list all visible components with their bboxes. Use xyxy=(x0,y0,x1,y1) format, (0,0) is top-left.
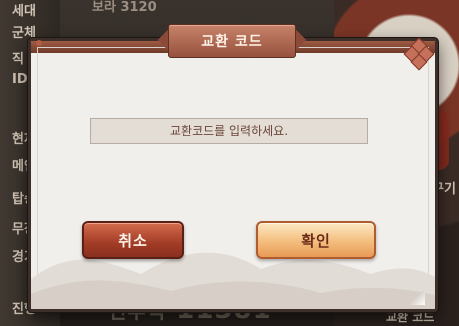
background-label: ID xyxy=(12,72,28,87)
background-label: 직 xyxy=(12,52,24,67)
cancel-button[interactable]: 취소 xyxy=(82,221,184,259)
dialog-pin-icon xyxy=(36,40,42,46)
dialog-title: 교환 코드 xyxy=(201,34,263,50)
header-value: 보라 3120 xyxy=(92,0,157,15)
close-button[interactable] xyxy=(403,37,435,71)
background-label: 세대 xyxy=(12,4,36,19)
confirm-button[interactable]: 확인 xyxy=(256,221,376,259)
page-curl-decoration xyxy=(409,291,425,305)
exchange-code-input[interactable] xyxy=(90,118,368,144)
dialog-title-plate: 교환 코드 xyxy=(168,24,296,58)
exchange-code-dialog xyxy=(28,38,438,312)
